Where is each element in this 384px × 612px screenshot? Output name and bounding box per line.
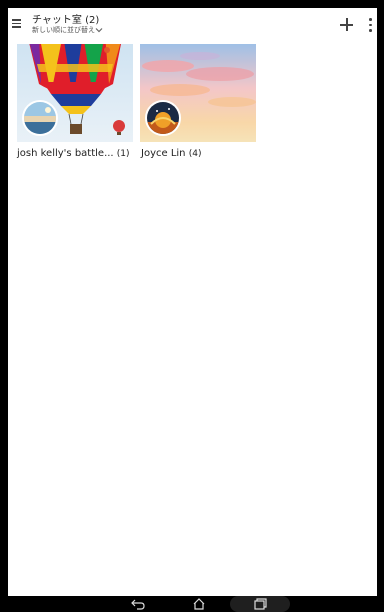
system-nav-bar <box>0 596 384 612</box>
top-app-bar: チャット室 (2) 新しい順に並び替え <box>8 8 377 40</box>
chat-title: josh kelly's battle... <box>17 148 114 159</box>
avatar <box>22 100 58 136</box>
chevron-down-icon[interactable] <box>95 27 103 33</box>
recent-apps-button[interactable] <box>230 596 290 612</box>
chat-name-2[interactable]: Joyce Lin (4) <box>141 148 201 160</box>
app-screen: チャット室 (2) 新しい順に並び替え josh kelly's battle.… <box>8 8 377 596</box>
back-icon[interactable] <box>131 598 145 610</box>
message-count: (1) <box>116 149 130 159</box>
chat-tile-2[interactable] <box>140 44 256 142</box>
chat-tile-1[interactable] <box>17 44 133 142</box>
page-title: チャット室 (2) <box>32 15 100 26</box>
home-icon[interactable] <box>192 598 206 610</box>
plus-icon[interactable] <box>340 18 353 31</box>
menu-icon[interactable] <box>12 19 21 28</box>
avatar <box>145 100 181 136</box>
chat-title: Joyce Lin <box>141 148 186 159</box>
recent-apps-icon <box>254 598 267 610</box>
sort-label[interactable]: 新しい順に並び替え <box>32 26 95 34</box>
chat-name-1[interactable]: josh kelly's battle... (1) <box>17 148 130 160</box>
message-count: (4) <box>188 149 202 159</box>
more-vert-icon[interactable] <box>368 18 372 32</box>
